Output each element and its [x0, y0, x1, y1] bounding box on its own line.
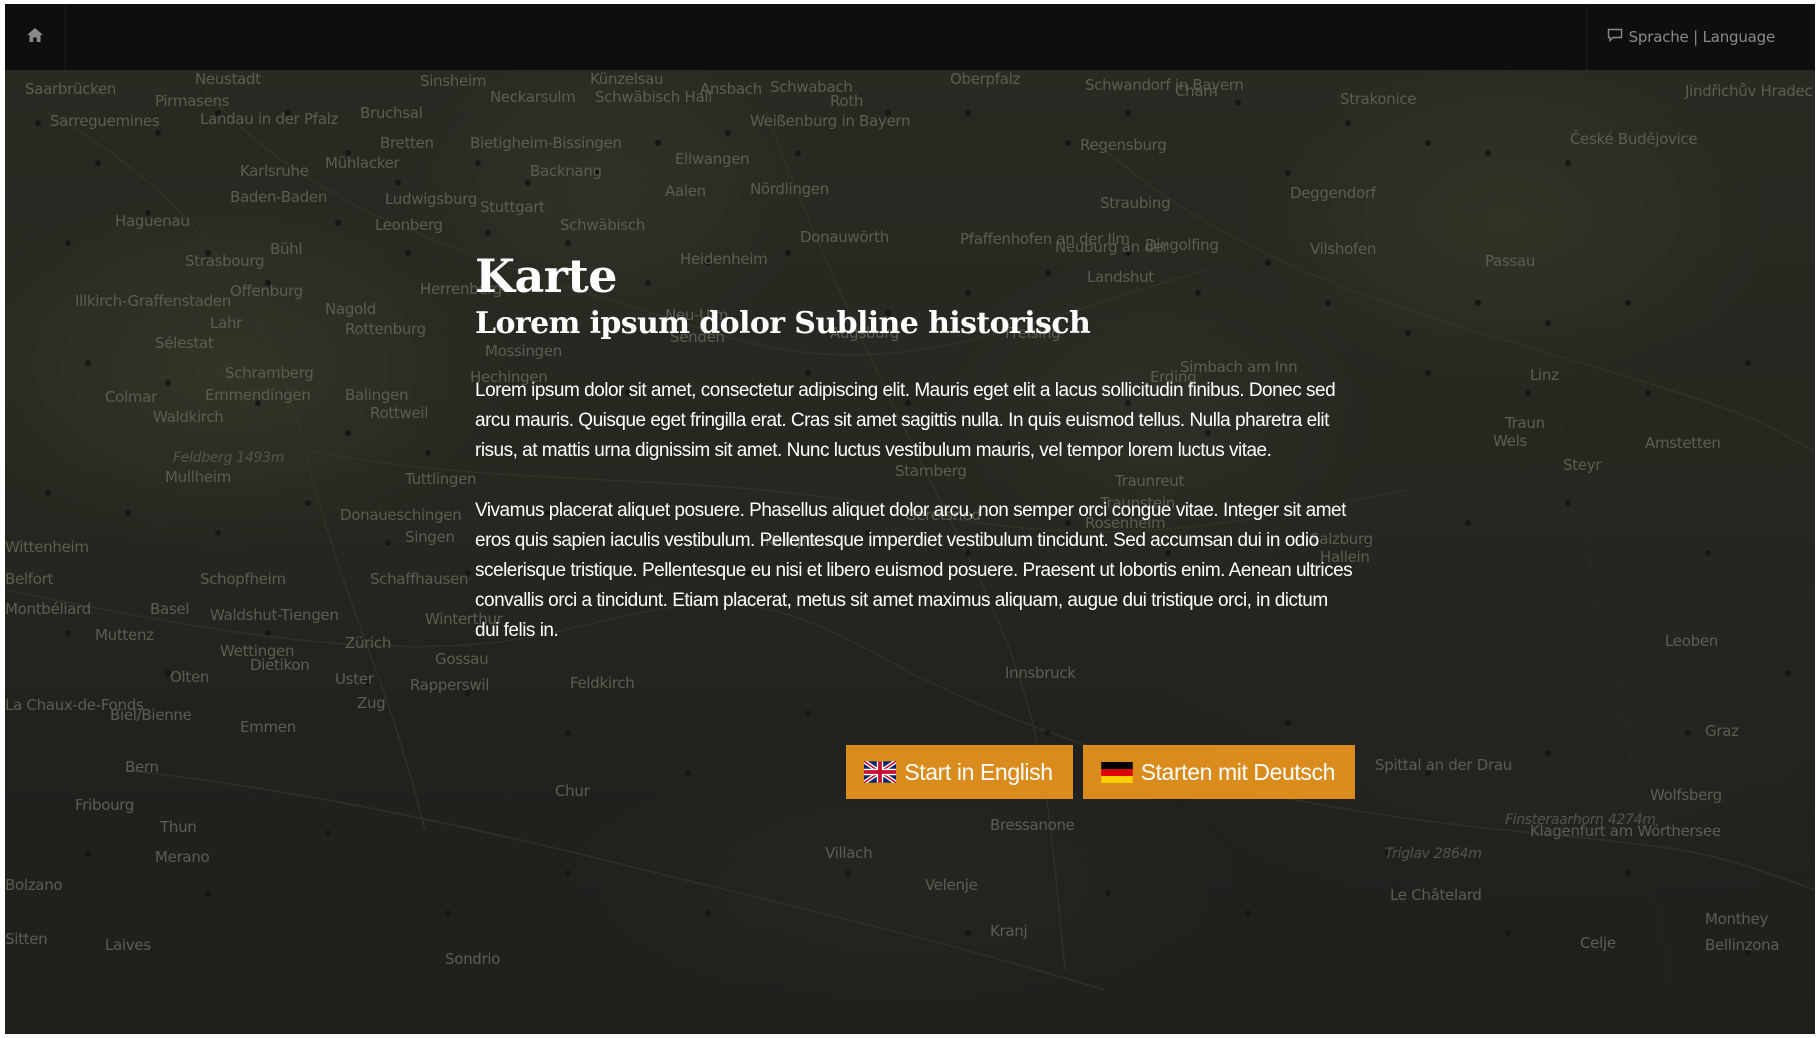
start-german-button[interactable]: Starten mit Deutsch: [1082, 745, 1355, 799]
language-menu[interactable]: Sprache | Language: [1585, 4, 1815, 70]
intro-paragraph-1: Lorem ipsum dolor sit amet, consectetur …: [475, 380, 1336, 461]
start-english-button[interactable]: Start in English: [846, 745, 1073, 799]
intro-paragraph-2: Vivamus placerat aliquet posuere. Phasel…: [475, 500, 1353, 641]
top-bar: Sprache | Language: [5, 4, 1815, 70]
start-buttons: Start in English Starten mit Deutsch: [846, 745, 1355, 799]
app-frame: Saarbrücken Pirmasens Neustadt Sinsheim Künz…: [5, 4, 1815, 1034]
german-flag-icon: [1100, 761, 1133, 783]
page-title: Karte: [475, 249, 618, 303]
start-german-label: Starten mit Deutsch: [1140, 758, 1336, 785]
start-english-label: Start in English: [904, 758, 1053, 785]
uk-flag-icon: [864, 761, 897, 783]
intro-panel: Karte Lorem ipsum dolor Subline historis…: [475, 248, 1355, 799]
page-subtitle: Lorem ipsum dolor Subline historisch: [475, 306, 1091, 341]
home-button[interactable]: [5, 4, 66, 70]
home-icon: [26, 27, 44, 47]
speech-bubble-icon: [1607, 28, 1629, 46]
language-menu-label: Sprache | Language: [1628, 28, 1776, 46]
